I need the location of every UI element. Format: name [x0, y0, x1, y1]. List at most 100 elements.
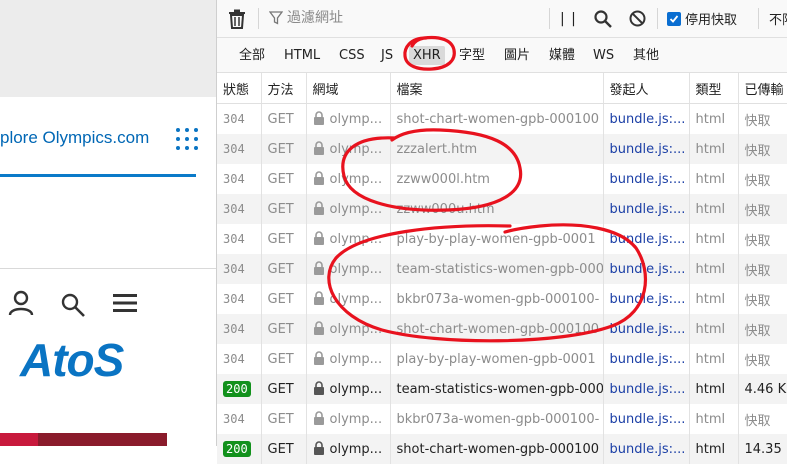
throttle-select[interactable]: 不限 — [769, 0, 787, 37]
request-row[interactable]: 200 GET olymp... shot-chart-women-gpb-00010… — [217, 434, 787, 464]
method-cell: GET — [261, 134, 307, 164]
type-tab-xhr[interactable]: XHR — [409, 46, 445, 65]
status-cell: 304 — [217, 134, 262, 164]
file-cell: bkbr073a-women-gpb-000100- — [390, 284, 604, 314]
initiator-link[interactable]: bundle.js:... — [603, 194, 690, 224]
pause-button[interactable]: | | — [560, 0, 577, 37]
column-header-status[interactable]: 狀態 — [217, 73, 262, 104]
menu-icon[interactable] — [113, 293, 137, 313]
domain-cell: olymp... — [306, 103, 391, 134]
method-cell: GET — [261, 404, 307, 434]
type-tab-media[interactable]: 媒體 — [545, 46, 579, 65]
column-header-file[interactable]: 檔案 — [390, 73, 604, 104]
initiator-link[interactable]: bundle.js:... — [603, 314, 690, 344]
type-cell: html — [689, 194, 739, 224]
disable-cache-checkbox[interactable]: 停用快取 — [667, 0, 737, 37]
initiator-link[interactable]: bundle.js:... — [603, 103, 690, 134]
method-cell: GET — [261, 284, 307, 314]
status-code: 200 — [223, 381, 251, 397]
domain-cell: olymp... — [306, 254, 391, 284]
type-tab-images[interactable]: 圖片 — [500, 46, 534, 65]
domain-cell: olymp... — [306, 314, 391, 344]
devtools-network-panel: | | 停用快取 不限 全部 HTML CSS — [216, 0, 787, 464]
transferred-cell: 快取 — [738, 134, 787, 164]
file-cell: shot-chart-women-gpb-000100 — [390, 314, 604, 344]
initiator-link[interactable]: bundle.js:... — [603, 344, 690, 374]
status-code: 304 — [223, 291, 245, 306]
domain-text: olymp... — [329, 202, 383, 217]
initiator-link[interactable]: bundle.js:... — [603, 134, 690, 164]
status-cell: 304 — [217, 284, 262, 314]
type-tab-ws[interactable]: WS — [589, 46, 618, 65]
type-tab-all[interactable]: 全部 — [235, 46, 269, 65]
type-cell: html — [689, 284, 739, 314]
request-row[interactable]: 304 GET olymp... zzww000u.htm bundle.js:... h… — [217, 194, 787, 224]
request-row[interactable]: 200 GET olymp... team-statistics-women-gpb-… — [217, 374, 787, 404]
domain-cell: olymp... — [306, 224, 391, 254]
request-row[interactable]: 304 GET olymp... play-by-play-women-gpb-000… — [217, 344, 787, 374]
initiator-link[interactable]: bundle.js:... — [603, 284, 690, 314]
filter-url-input[interactable] — [283, 10, 537, 26]
column-header-transferred[interactable]: 已傳輸 — [738, 73, 787, 104]
column-header-method[interactable]: 方法 — [261, 73, 307, 104]
request-row[interactable]: 304 GET olymp... bkbr073a-women-gpb-000100-… — [217, 404, 787, 434]
person-icon[interactable] — [8, 290, 34, 316]
initiator-link[interactable]: bundle.js:... — [603, 404, 690, 434]
domain-text: olymp... — [329, 382, 383, 397]
status-cell: 304 — [217, 314, 262, 344]
type-tab-html[interactable]: HTML — [280, 46, 324, 65]
status-code: 304 — [223, 231, 245, 246]
domain-cell: olymp... — [306, 134, 391, 164]
filter-url-input-wrap[interactable] — [269, 6, 549, 30]
request-row[interactable]: 304 GET olymp... bkbr073a-women-gpb-000100-… — [217, 284, 787, 314]
request-row[interactable]: 304 GET olymp... shot-chart-women-gpb-00010… — [217, 103, 787, 134]
type-cell: html — [689, 344, 739, 374]
explore-olympics-link[interactable]: plore Olympics.com — [0, 128, 149, 148]
domain-text: olymp... — [329, 412, 383, 427]
type-tab-other[interactable]: 其他 — [629, 46, 663, 65]
column-header-domain[interactable]: 網域 — [306, 73, 391, 104]
request-row[interactable]: 304 GET olymp... zzww000l.htm bundle.js:... h… — [217, 164, 787, 194]
domain-text: olymp... — [329, 172, 383, 187]
domain-text: olymp... — [329, 112, 383, 127]
request-row[interactable]: 304 GET olymp... play-by-play-women-gpb-000… — [217, 224, 787, 254]
filter-icon — [269, 11, 283, 25]
request-table: 狀態 方法 網域 檔案 發起人 類型 已傳輸 304 GET olymp... sho… — [217, 73, 787, 464]
domain-cell: olymp... — [306, 344, 391, 374]
atos-logo[interactable]: AtoS — [20, 333, 124, 387]
file-cell: zzww000l.htm — [390, 164, 604, 194]
initiator-link[interactable]: bundle.js:... — [603, 224, 690, 254]
lock-icon — [313, 111, 324, 125]
file-cell: team-statistics-women-gpb-000 — [390, 254, 604, 284]
column-header-type[interactable]: 類型 — [689, 73, 739, 104]
domain-text: olymp... — [329, 292, 383, 307]
type-tab-js[interactable]: JS — [377, 46, 397, 65]
file-cell: zzzalert.htm — [390, 134, 604, 164]
clear-button[interactable] — [228, 0, 246, 37]
initiator-link[interactable]: bundle.js:... — [603, 254, 690, 284]
request-row[interactable]: 304 GET olymp... team-statistics-women-gpb-… — [217, 254, 787, 284]
status-code: 304 — [223, 351, 245, 366]
initiator-link[interactable]: bundle.js:... — [603, 164, 690, 194]
domain-text: olymp... — [329, 352, 383, 367]
status-cell: 304 — [217, 194, 262, 224]
type-tab-fonts[interactable]: 字型 — [455, 46, 489, 65]
search-icon[interactable] — [60, 292, 86, 318]
page-header-band — [0, 0, 216, 97]
lock-icon — [313, 351, 324, 365]
domain-cell: olymp... — [306, 194, 391, 224]
column-header-cause[interactable]: 發起人 — [603, 73, 690, 104]
transferred-cell: 快取 — [738, 103, 787, 134]
type-tab-css[interactable]: CSS — [335, 46, 369, 65]
grid-dots-icon[interactable] — [175, 127, 199, 151]
block-requests-button[interactable] — [629, 0, 646, 37]
search-button[interactable] — [594, 0, 612, 37]
red-banner-left — [0, 433, 38, 446]
initiator-link[interactable]: bundle.js:... — [603, 434, 690, 464]
request-row[interactable]: 304 GET olymp... shot-chart-women-gpb-00010… — [217, 314, 787, 344]
toolbar-separator — [758, 8, 759, 29]
request-row[interactable]: 304 GET olymp... zzzalert.htm bundle.js:... h… — [217, 134, 787, 164]
table-header: 狀態 方法 網域 檔案 發起人 類型 已傳輸 — [217, 73, 787, 104]
transferred-cell: 快取 — [738, 344, 787, 374]
initiator-link[interactable]: bundle.js:... — [603, 374, 690, 404]
